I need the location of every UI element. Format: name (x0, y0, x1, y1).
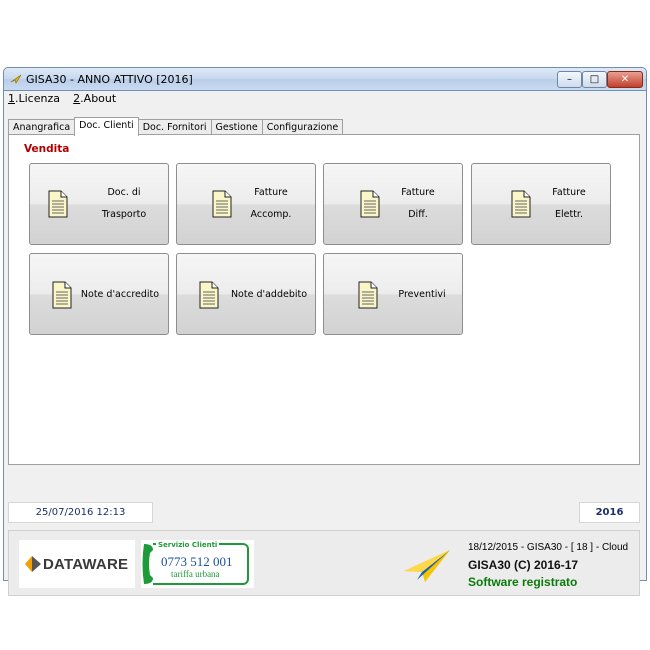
button-label-line1: Fatture (552, 187, 586, 198)
tab-strip: Anangrafica Doc. Clienti Doc. Fornitori Ges… (8, 117, 344, 136)
document-icon (52, 281, 72, 309)
document-icon (358, 281, 378, 309)
fatture-diff-button[interactable]: Fatture Diff. (323, 163, 463, 245)
minimize-button[interactable]: – (557, 71, 582, 88)
product-copyright: GISA30 (C) 2016-17 (468, 558, 579, 572)
menu-about[interactable]: 2.About (73, 92, 116, 105)
paper-plane-logo (404, 550, 450, 582)
doc-clienti-panel: Vendita Doc. di Trasporto Fatture Accomp… (8, 134, 640, 465)
section-title: Vendita (24, 143, 70, 155)
service-rate: tariffa urbana (171, 569, 220, 579)
doc-trasporto-button[interactable]: Doc. di Trasporto (29, 163, 169, 245)
note-accredito-button[interactable]: Note d'accredito (29, 253, 169, 335)
dataware-mark-icon (25, 556, 41, 572)
button-label: Preventivi (398, 289, 446, 300)
dataware-logo: DATAWARE (19, 540, 135, 588)
document-icon (48, 190, 68, 218)
button-label-line2: Trasporto (101, 209, 147, 220)
fatture-elettr-button[interactable]: Fatture Elettr. (471, 163, 611, 245)
document-icon (199, 281, 219, 309)
title-bar[interactable]: GISA30 - ANNO ATTIVO [2016] – □ ✕ (3, 67, 647, 91)
status-year: 2016 (579, 502, 640, 523)
fatture-accomp-button[interactable]: Fatture Accomp. (176, 163, 316, 245)
button-label-line2: Accomp. (250, 209, 292, 220)
service-phone: 0773 512 001 (161, 554, 233, 569)
tab-doc-clienti[interactable]: Doc. Clienti (74, 117, 139, 136)
window-title: GISA30 - ANNO ATTIVO [2016] (26, 73, 193, 86)
license-status: Software registrato (468, 575, 578, 589)
button-label-line1: Fatture (254, 187, 288, 198)
button-label-line2: Diff. (408, 209, 428, 220)
preventivi-button[interactable]: Preventivi (323, 253, 463, 335)
status-datetime: 25/07/2016 12:13 (8, 502, 153, 523)
document-icon (511, 190, 531, 218)
maximize-button[interactable]: □ (582, 71, 607, 88)
button-label: Note d'addebito (230, 289, 308, 300)
button-label: Note d'accredito (80, 289, 160, 300)
build-info: 18/12/2015 - GISA30 - [ 18 ] - Cloud (468, 542, 629, 553)
button-label-line1: Doc. di (107, 187, 141, 198)
footer-panel: DATAWARE Servizio Clienti 0773 512 001 t… (8, 530, 640, 596)
gisa-app-icon (10, 74, 22, 84)
service-label: Servizio Clienti (156, 541, 220, 549)
app-window: GISA30 - ANNO ATTIVO [2016] – □ ✕ 1.Lice… (3, 67, 647, 596)
customer-service-badge: Servizio Clienti 0773 512 001 tariffa ur… (141, 540, 254, 588)
menu-bar: 1.Licenza 2.About (8, 92, 126, 108)
document-icon (360, 190, 380, 218)
dataware-brand: DATAWARE (43, 556, 129, 573)
button-label-line1: Fatture (401, 187, 435, 198)
document-icon (212, 190, 232, 218)
note-addebito-button[interactable]: Note d'addebito (176, 253, 316, 335)
window-client-area: 1.Licenza 2.About Anangrafica Doc. Client… (3, 91, 647, 596)
button-label-line2: Elettr. (555, 209, 583, 220)
menu-licenza[interactable]: 1.Licenza (8, 92, 60, 105)
close-button[interactable]: ✕ (607, 71, 643, 88)
